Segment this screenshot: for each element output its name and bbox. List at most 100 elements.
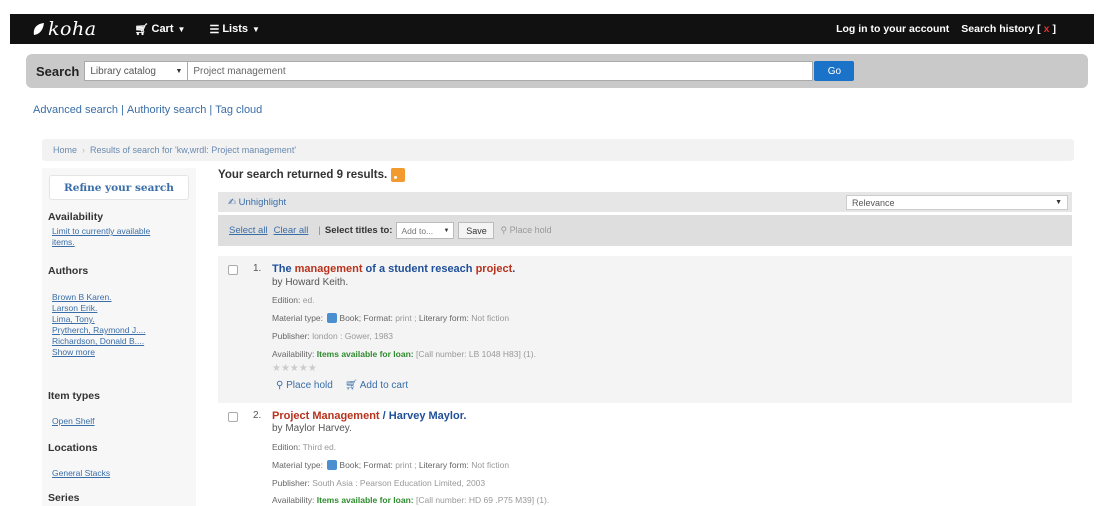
meta-label: Publisher: (272, 331, 310, 341)
meta-value: print ; (395, 460, 417, 470)
facet-show-more[interactable]: Show more (52, 347, 95, 358)
search-input-value: Project management (193, 65, 286, 77)
koha-logo[interactable]: koha (32, 18, 97, 40)
facet-author-2[interactable]: Larson Erik. (52, 303, 97, 314)
sort-select[interactable]: Relevance ▼ (846, 195, 1068, 210)
meta-value: Book; (339, 313, 362, 323)
result-title-link[interactable]: The management of a student reseach proj… (272, 263, 515, 275)
meta-label: Format: (363, 460, 393, 470)
meta-value: Third ed. (302, 442, 337, 452)
result-author: by Maylor Harvey. (272, 423, 352, 434)
divider: | (121, 104, 124, 116)
meta-label: Publisher: (272, 478, 310, 488)
result-actions: ⚲ Place hold 🛒︎ Add to cart (276, 380, 408, 391)
login-link[interactable]: Log in to your account (836, 23, 949, 35)
facet-author-1[interactable]: Brown B Karen. (52, 292, 112, 303)
save-button[interactable]: Save (458, 222, 495, 239)
authority-search-link[interactable]: Authority search (127, 104, 206, 116)
meta-label: Format: (363, 313, 393, 323)
facet-link-text: items. (52, 236, 75, 247)
search-bar: Search Library catalog ▼ Project managem… (26, 54, 1088, 88)
place-hold-toolbar-link[interactable]: ⚲ Place hold (500, 225, 551, 236)
result-number: 2. (253, 410, 262, 421)
availability-status: Items available for loan: (316, 495, 414, 505)
breadcrumb-divider: › (82, 145, 86, 155)
divider: | (318, 225, 321, 236)
chevron-down-icon: ▼ (443, 227, 450, 234)
facet-author-5[interactable]: Richardson, Donald B.... (52, 336, 144, 347)
facet-heading-series: Series (48, 492, 80, 504)
lists-menu[interactable]: ☰ Lists ▼ (209, 23, 259, 36)
tag-cloud-link[interactable]: Tag cloud (215, 104, 262, 116)
meta-value: london : Gower, 1983 (312, 331, 393, 341)
result-item-2: 2. Project Management / Harvey Maylor. b… (218, 406, 1072, 506)
meta-label: Availability: (272, 349, 315, 359)
meta-value: Not fiction (471, 313, 510, 323)
meta-value: [Call number: LB 1048 H83] (1). (415, 349, 536, 359)
meta-label: Availability: (272, 495, 315, 505)
top-navbar: koha 🛒︎ Cart ▼ ☰ Lists ▼ Log in to your … (10, 14, 1094, 44)
select-all-link[interactable]: Select all (229, 225, 268, 236)
title-part: . (512, 263, 516, 275)
go-button[interactable]: Go (814, 61, 855, 81)
breadcrumb-current[interactable]: Results of search for 'kw,wrdl: Project … (90, 145, 296, 155)
rating-stars[interactable]: ★★★★★ (272, 363, 317, 374)
divider: | (209, 104, 213, 116)
meta-label: Literary form: (418, 313, 469, 323)
facet-location-1[interactable]: General Stacks (52, 468, 110, 479)
result-material: Material type: Book; Format: print ; Lit… (272, 460, 509, 470)
advanced-search-link[interactable]: Advanced search (33, 104, 118, 116)
facet-heading-itemtypes: Item types (48, 390, 100, 402)
add-to-select[interactable]: Add to... ▼ (396, 222, 455, 239)
meta-value: [Call number: HD 69 .P75 M39] (1). (415, 495, 550, 505)
cart-icon: 🛒︎ (344, 380, 360, 391)
place-hold-label: Place hold (509, 225, 552, 235)
result-checkbox[interactable] (228, 412, 238, 422)
search-scope-select[interactable]: Library catalog ▼ (84, 61, 189, 81)
result-publisher: Publisher: South Asia : Pearson Educatio… (272, 478, 485, 488)
facet-heading-authors: Authors (48, 265, 89, 277)
facet-itemtype-1[interactable]: Open Shelf (52, 416, 95, 427)
hold-icon: ⚲ (276, 380, 287, 391)
add-to-cart-link[interactable]: 🛒︎ Add to cart (345, 380, 408, 391)
cart-menu[interactable]: 🛒︎ Cart ▼ (135, 23, 186, 36)
chevron-down-icon: ▼ (252, 24, 260, 34)
meta-label: Material type: (272, 313, 324, 323)
title-part: of a student reseach (362, 263, 476, 275)
facet-link-available[interactable]: Limit to currently available items. (52, 226, 150, 247)
result-item-1: 1. The management of a student reseach p… (218, 256, 1072, 403)
chevron-down-icon: ▼ (177, 24, 186, 34)
top-right-links: Log in to your account Search history [x… (836, 14, 1056, 44)
bracket-open: [ (1034, 23, 1041, 35)
clear-all-link[interactable]: Clear all (274, 225, 309, 236)
breadcrumb: Home › Results of search for 'kw,wrdl: P… (42, 139, 1074, 161)
facet-author-4[interactable]: Prytherch, Raymond J.... (52, 325, 146, 336)
book-icon (327, 313, 338, 323)
meta-value: Book; (339, 460, 362, 470)
breadcrumb-home[interactable]: Home (53, 145, 77, 155)
facet-heading-availability: Availability (48, 211, 104, 223)
unhighlight-link[interactable]: ✍︎ Unhighlight (228, 197, 286, 208)
selection-toolbar: Select all Clear all | Select titles to:… (218, 215, 1072, 246)
title-part: The (272, 263, 295, 275)
result-checkbox[interactable] (228, 265, 238, 275)
meta-label: Edition: (272, 442, 301, 452)
chevron-down-icon: ▼ (175, 67, 183, 75)
search-links: Advanced search | Authority search | Tag clo… (33, 104, 262, 116)
meta-label: Literary form: (418, 460, 469, 470)
availability-status: Items available for loan: (316, 349, 414, 359)
search-scope-value: Library catalog (90, 65, 156, 77)
title-highlight: management (294, 263, 363, 275)
meta-label: Edition: (272, 295, 301, 305)
place-hold-link[interactable]: ⚲ Place hold (276, 380, 333, 391)
search-history-link[interactable]: Search history (961, 23, 1034, 35)
search-input[interactable]: Project management (188, 61, 814, 81)
result-title-link[interactable]: Project Management / Harvey Maylor. (272, 410, 466, 422)
list-icon: ☰ (209, 23, 220, 36)
refine-heading: Refine your search (49, 175, 189, 200)
rss-icon[interactable] (391, 168, 406, 182)
facet-author-3[interactable]: Lima, Tony. (52, 314, 95, 325)
clear-history-button[interactable]: x (1044, 23, 1050, 35)
results-toolbar: ✍︎ Unhighlight Relevance ▼ (218, 192, 1072, 212)
cart-label: Cart (151, 23, 174, 35)
